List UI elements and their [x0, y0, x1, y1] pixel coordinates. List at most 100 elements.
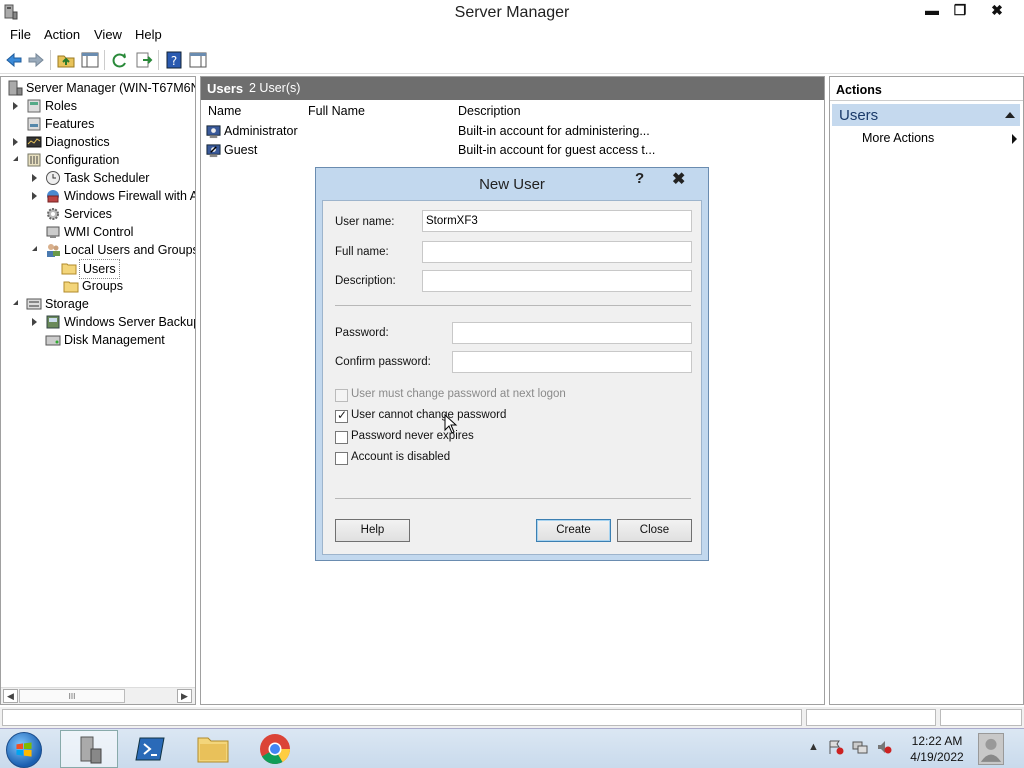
network-icon[interactable] — [852, 739, 868, 755]
collapse-arrow-icon[interactable] — [13, 300, 18, 305]
dialog-title: New User — [479, 176, 545, 193]
clock-time: 12:22 AM — [911, 734, 963, 748]
tree-label: Windows Firewall with A — [64, 189, 196, 203]
tree-label: Storage — [45, 297, 89, 311]
password-field[interactable] — [452, 322, 692, 344]
user-name: Guest — [224, 143, 258, 157]
expand-arrow-icon[interactable] — [13, 138, 18, 146]
dialog-help-icon[interactable]: ? — [635, 170, 644, 187]
menu-help[interactable]: Help — [135, 27, 162, 42]
submenu-arrow-icon — [1012, 134, 1017, 144]
password-never-expires-checkbox[interactable] — [335, 431, 348, 444]
collapse-arrow-icon[interactable] — [13, 156, 18, 161]
taskbar-powershell[interactable] — [122, 730, 180, 768]
toolbar-separator — [50, 50, 51, 70]
pane-title: Users — [207, 81, 244, 96]
tree-label: Users — [79, 259, 120, 279]
clock-date: 4/19/2022 — [910, 750, 964, 764]
new-user-dialog: New User ? ✖ User name: Full name: Descr… — [315, 167, 709, 561]
expand-arrow-icon[interactable] — [32, 174, 37, 182]
fullname-label: Full name: — [335, 246, 389, 258]
taskbar-chrome[interactable] — [246, 730, 304, 768]
scroll-thumb[interactable]: III — [19, 689, 125, 703]
actions-pane: Actions Users More Actions — [829, 76, 1024, 705]
table-row[interactable]: Administrator Built-in account for admin… — [201, 122, 824, 141]
users-group-icon — [47, 244, 60, 257]
username-field[interactable] — [422, 210, 692, 232]
start-button[interactable] — [6, 732, 42, 768]
menu-action[interactable]: Action — [44, 27, 80, 42]
more-actions-item[interactable]: More Actions — [862, 131, 934, 145]
action-center-flag-icon[interactable] — [828, 739, 844, 755]
scroll-right-icon[interactable]: ▶ — [177, 689, 192, 703]
minimize-button[interactable]: ▬ — [918, 2, 946, 22]
help-icon[interactable]: ? — [164, 50, 184, 70]
firewall-icon — [47, 190, 59, 203]
console-tree[interactable]: Server Manager (WIN-T67M6NJI Roles Featu… — [0, 76, 196, 705]
user-description: Built-in account for administering... — [458, 124, 650, 138]
close-button[interactable]: Close — [617, 519, 692, 542]
show-hidden-icons[interactable]: ▲ — [808, 741, 819, 753]
must-change-password-checkbox[interactable] — [335, 389, 348, 402]
expand-arrow-icon[interactable] — [32, 192, 37, 200]
taskbar-file-explorer[interactable] — [184, 730, 242, 768]
folder-icon — [63, 281, 79, 293]
menu-file[interactable]: File — [10, 27, 31, 42]
pane-header: Users 2 User(s) — [201, 77, 824, 100]
refresh-icon[interactable] — [110, 50, 130, 70]
volume-muted-icon[interactable] — [876, 739, 892, 755]
show-hide-console-tree-icon[interactable] — [80, 50, 100, 70]
up-folder-icon[interactable] — [56, 50, 76, 70]
create-button[interactable]: Create — [536, 519, 611, 542]
confirm-password-field[interactable] — [452, 351, 692, 373]
column-header-name[interactable]: Name — [208, 104, 241, 118]
menu-view[interactable]: View — [94, 27, 122, 42]
account-disabled-checkbox[interactable] — [335, 452, 348, 465]
tree-horizontal-scrollbar[interactable]: ◀ III ▶ — [1, 687, 195, 704]
close-window-button[interactable]: ✖ — [983, 2, 1011, 22]
tree-label: Disk Management — [64, 333, 165, 347]
column-header-full-name[interactable]: Full Name — [308, 104, 365, 118]
export-list-icon[interactable] — [134, 50, 154, 70]
actions-section-users[interactable]: Users — [832, 104, 1020, 126]
mouse-cursor-icon — [444, 414, 458, 434]
svg-text:?: ? — [171, 54, 177, 68]
user-avatar[interactable] — [978, 733, 1004, 765]
forward-arrow-icon[interactable] — [26, 50, 46, 70]
toolbar-separator — [158, 50, 159, 70]
gear-icon — [47, 208, 59, 220]
collapse-arrow-icon[interactable] — [32, 246, 37, 251]
menu-bar: File Action View Help — [0, 25, 1024, 45]
restore-button[interactable]: ❐ — [946, 2, 974, 22]
cannot-change-password-label: User cannot change password — [351, 409, 507, 421]
help-button[interactable]: Help — [335, 519, 410, 542]
clock-icon — [46, 171, 60, 185]
scroll-left-icon[interactable]: ◀ — [3, 689, 18, 703]
windows-logo-icon — [16, 742, 32, 757]
window-title: Server Manager — [454, 4, 570, 21]
tree-label: Configuration — [45, 153, 120, 167]
title-bar: Server Manager ▬ ❐ ✖ — [0, 0, 1024, 25]
configuration-icon — [27, 153, 41, 167]
taskbar-server-manager[interactable] — [60, 730, 118, 768]
collapse-up-icon[interactable] — [1005, 112, 1015, 118]
person-icon — [980, 738, 1002, 762]
table-row[interactable]: Guest Built-in account for guest access … — [201, 141, 824, 160]
back-arrow-icon[interactable] — [4, 50, 24, 70]
disk-icon — [45, 335, 61, 346]
confirm-password-label: Confirm password: — [335, 356, 431, 368]
system-clock[interactable]: 12:22 AM 4/19/2022 — [905, 733, 969, 765]
description-field[interactable] — [422, 270, 692, 292]
powershell-icon — [135, 737, 165, 761]
cannot-change-password-checkbox[interactable] — [335, 408, 348, 423]
folder-icon — [61, 263, 77, 275]
dialog-close-icon[interactable]: ✖ — [672, 169, 685, 189]
column-header-description[interactable]: Description — [458, 104, 521, 118]
user-description: Built-in account for guest access t... — [458, 143, 656, 157]
show-hide-action-pane-icon[interactable] — [188, 50, 208, 70]
expand-arrow-icon[interactable] — [13, 102, 18, 110]
folder-icon — [197, 737, 229, 763]
actions-title: Actions — [836, 83, 882, 97]
expand-arrow-icon[interactable] — [32, 318, 37, 326]
fullname-field[interactable] — [422, 241, 692, 263]
